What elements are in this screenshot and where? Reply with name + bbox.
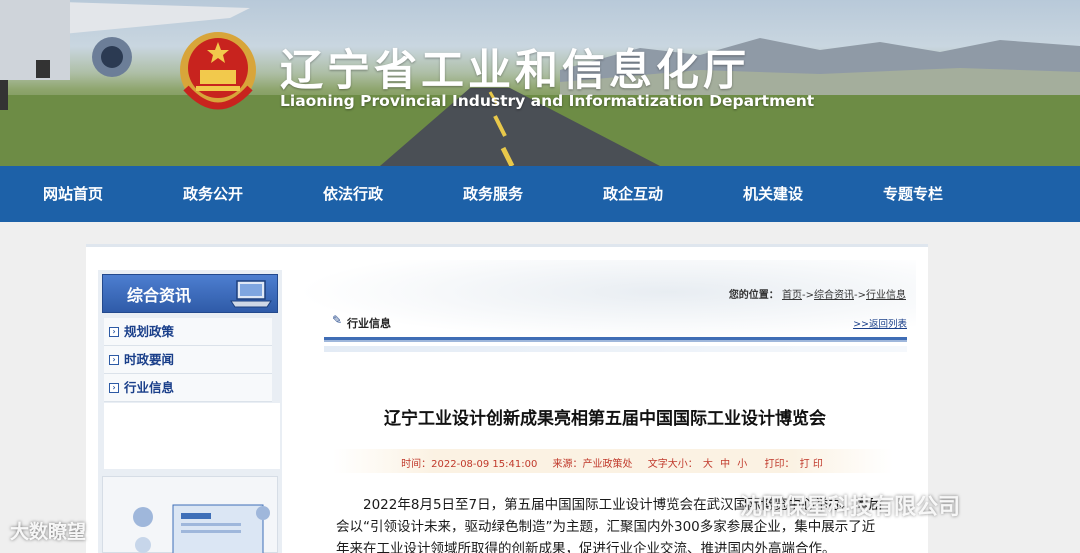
breadcrumb-separator: ->: [802, 290, 814, 301]
nav-item-law-administration[interactable]: 依法行政: [283, 166, 423, 222]
sidebar-item-label: 时政要闻: [124, 352, 175, 367]
sidebar-promo-image[interactable]: [102, 476, 278, 553]
print-link[interactable]: 打 印: [800, 459, 823, 470]
sidebar-list: › 规划政策 › 时政要闻 › 行业信息: [104, 318, 272, 402]
bullet-icon: ›: [109, 355, 119, 365]
sidebar-blank-area: [104, 403, 280, 469]
font-size-control: 文字大小： 大 中 小: [648, 459, 753, 470]
site-title: 辽宁省工业和信息化厅: [280, 46, 750, 96]
font-size-label: 文字大小：: [647, 459, 698, 470]
national-emblem-icon: [180, 32, 256, 110]
section-header: ✎ 行业信息 >>返回列表: [324, 310, 907, 336]
nav-item-government-affairs[interactable]: 政务公开: [143, 166, 283, 222]
nav-item-agency-building[interactable]: 机关建设: [703, 166, 843, 222]
main-navigation: 网站首页 政务公开 依法行政 政务服务 政企互动 机关建设 专题专栏: [0, 166, 1080, 222]
watermark-right: 沈阳保星科技有限公司: [740, 495, 961, 520]
section-divider: [324, 337, 907, 342]
bullet-icon: ›: [109, 383, 119, 393]
section-divider-shadow: [324, 346, 907, 352]
breadcrumb: 您的位置： 首页->综合资讯->行业信息: [729, 286, 906, 301]
nav-item-interaction[interactable]: 政企互动: [563, 166, 703, 222]
font-size-large[interactable]: 大: [703, 459, 713, 470]
nav-item-special-topics[interactable]: 专题专栏: [843, 166, 983, 222]
article-source: 来源：产业政策处: [552, 459, 633, 470]
sidebar-heading: 综合资讯: [102, 274, 278, 313]
font-size-medium[interactable]: 中: [720, 459, 730, 470]
sidebar-item-current-news[interactable]: › 时政要闻: [104, 346, 272, 374]
sidebar-item-planning-policy[interactable]: › 规划政策: [104, 318, 272, 346]
promo-illustration-icon: [133, 504, 270, 553]
sidebar-heading-label: 综合资讯: [127, 286, 192, 305]
site-subtitle-english: Liaoning Provincial Industry and Informa…: [280, 92, 815, 110]
laptop-icon: [230, 280, 272, 308]
sidebar-item-industry-info[interactable]: › 行业信息: [104, 374, 272, 402]
back-to-list-link[interactable]: >>返回列表: [853, 316, 907, 330]
breadcrumb-general-news[interactable]: 综合资讯: [814, 290, 854, 301]
font-size-small[interactable]: 小: [737, 459, 747, 470]
breadcrumb-industry-info[interactable]: 行业信息: [866, 290, 906, 301]
print-label: 打印：: [764, 459, 795, 470]
article-title: 辽宁工业设计创新成果亮相第五届中国国际工业设计博览会: [384, 409, 826, 429]
article-meta: 时间：2022-08-09 15:41:00 来源：产业政策处 文字大小： 大 …: [333, 455, 893, 470]
breadcrumb-separator: ->: [854, 290, 866, 301]
section-title: 行业信息: [347, 317, 391, 330]
print-control: 打印： 打 印: [764, 459, 824, 470]
edit-note-icon: ✎: [332, 313, 343, 327]
nav-item-home[interactable]: 网站首页: [3, 166, 143, 222]
bullet-icon: ›: [109, 327, 119, 337]
breadcrumb-prefix: 您的位置：: [728, 290, 779, 301]
sidebar-item-label: 行业信息: [124, 380, 175, 395]
article-meta-bar: 时间：2022-08-09 15:41:00 来源：产业政策处 文字大小： 大 …: [333, 449, 893, 473]
publish-time: 时间：2022-08-09 15:41:00: [401, 459, 538, 470]
watermark-left: 大数瞭望: [10, 521, 87, 543]
nav-item-government-services[interactable]: 政务服务: [423, 166, 563, 222]
sidebar-item-label: 规划政策: [124, 324, 175, 339]
breadcrumb-home[interactable]: 首页: [782, 290, 802, 301]
site-banner: 辽宁省工业和信息化厅 Liaoning Provincial Industry …: [0, 0, 1080, 166]
